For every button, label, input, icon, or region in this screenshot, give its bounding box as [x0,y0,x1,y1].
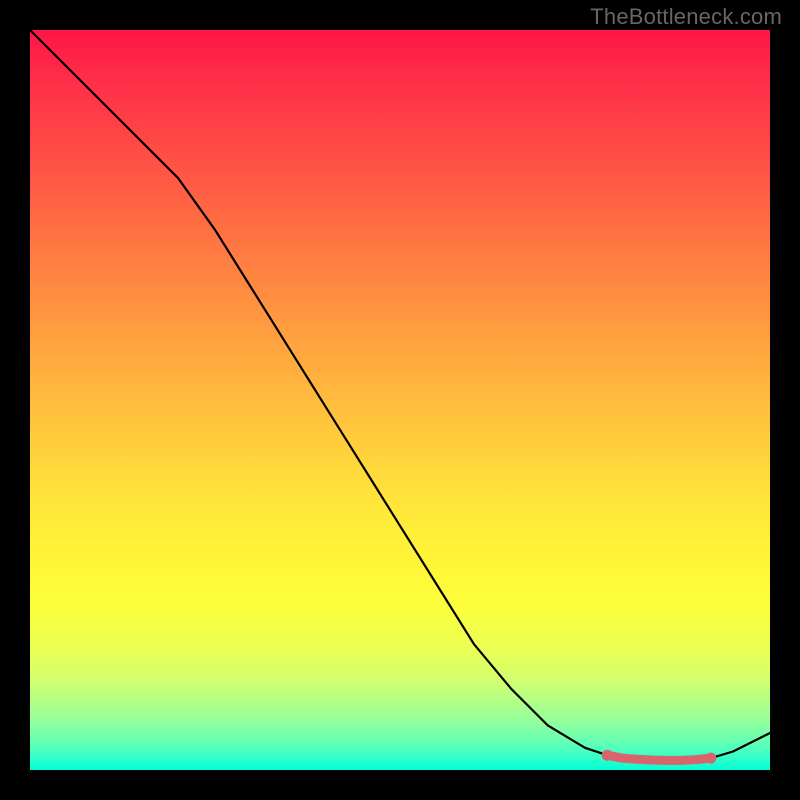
curve-svg [30,30,770,770]
bottleneck-curve [30,30,770,760]
target-marker-dot [705,753,716,764]
target-marker-dot [602,750,613,761]
chart-frame: TheBottleneck.com [0,0,800,800]
watermark-text: TheBottleneck.com [590,4,782,30]
plot-area [30,30,770,770]
target-marker-path [607,755,711,760]
target-marker-group [602,750,717,764]
